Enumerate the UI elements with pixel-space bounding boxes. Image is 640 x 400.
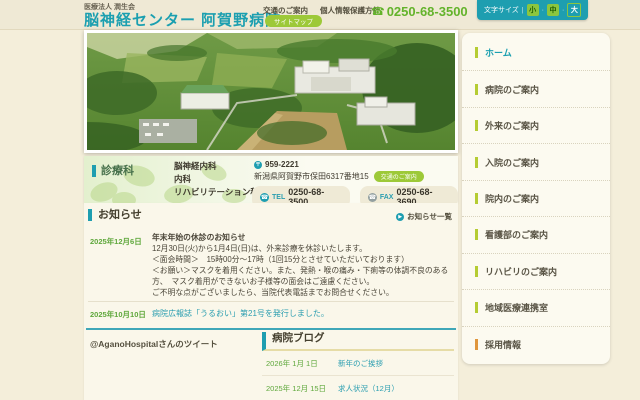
sidebar-item-label: 外来のご案内 — [485, 119, 539, 132]
item-bar — [475, 193, 478, 204]
sidebar-item-home[interactable]: ホーム — [462, 35, 610, 71]
fontsize-dot: · — [562, 7, 564, 14]
fax-button[interactable]: ☎ FAX 0250-68-3690 — [360, 186, 458, 203]
news-entry-date: 2025年10月10日 — [90, 309, 146, 320]
news-entry-line: 方、 マスク着用ができないお子様等の面会はご遠慮ください。 — [152, 276, 454, 287]
sidebar-item-label: 看護部のご案内 — [485, 228, 548, 241]
item-bar — [475, 302, 478, 313]
header-phone: ☎0250-68-3500 — [371, 4, 468, 19]
fontsize-medium-button[interactable]: 中 — [547, 4, 559, 16]
news-list-link[interactable]: ▶ お知らせ一覧 — [396, 211, 452, 222]
sidebar-item-rehabilitation[interactable]: リハビリのご案内 — [462, 254, 610, 290]
news-entry-line: 12月30日(火)から1月4日(日)は、外来診療を休診いたします。 — [152, 243, 454, 254]
main-content: お知らせ ▶ お知らせ一覧 2025年12月6日 年末年始の休診のお知らせ 12… — [84, 203, 458, 400]
sidebar-item-label: 院内のご案内 — [485, 192, 539, 205]
postal-code: 959-2221 — [265, 160, 299, 169]
twitter-widget-header[interactable]: @AganoHospitalさんのツイート — [90, 338, 218, 350]
item-bar — [475, 47, 478, 58]
fontsize-label: 文字サイズ — [484, 5, 519, 15]
sidebar-item-label: 採用情報 — [485, 338, 521, 351]
hospital-aerial-photo — [84, 30, 458, 153]
sidebar-item-recruit[interactable]: 採用情報 — [462, 327, 610, 362]
sidebar-item-hospital-guide[interactable]: 病院のご案内 — [462, 71, 610, 107]
blog-row: 2026年 1月 1日 新年のご挨拶 — [262, 351, 454, 376]
blog-section: 病院ブログ 2026年 1月 1日 新年のご挨拶 2025年 12月 15日 求… — [262, 332, 454, 400]
sidebar-item-facilities[interactable]: 院内のご案内 — [462, 181, 610, 217]
item-bar — [475, 157, 478, 168]
sidebar-nav: ホーム 病院のご案内 外来のご案内 入院のご案内 院内のご案内 看護部のご案内 … — [462, 33, 610, 364]
news-section-title: お知らせ — [88, 209, 142, 221]
news-entry-title: 年末年始の休診のお知らせ — [152, 232, 454, 243]
tel-number: 0250-68-3500 — [288, 187, 342, 203]
phone-icon: ☎ — [371, 6, 385, 18]
fontsize-separator: | — [522, 7, 524, 14]
arrow-circle-icon: ▶ — [396, 213, 404, 221]
blog-entry-link[interactable]: 求人状況（12月） — [338, 383, 399, 394]
address-text: 新潟県阿賀野市保田6317番地15 — [254, 171, 369, 182]
blog-entry-date: 2025年 12月 15日 — [266, 383, 338, 394]
item-bar — [475, 229, 478, 240]
blog-section-title: 病院ブログ — [262, 332, 454, 351]
tel-label: TEL — [272, 194, 285, 201]
sidebar-item-nursing[interactable]: 看護部のご案内 — [462, 217, 610, 253]
blog-entry-link[interactable]: 新年のご挨拶 — [338, 358, 383, 369]
fax-label: FAX — [380, 194, 394, 201]
news-entry-line: ＜お願い＞マスクを着用ください。また、発熱・喉の痛み・下痢等の体調不良のある — [152, 265, 454, 276]
news-divider — [88, 301, 454, 302]
news-entry-body: 年末年始の休診のお知らせ 12月30日(火)から1月4日(日)は、外来診療を休診… — [152, 232, 454, 298]
sidebar-item-label: 病院のご案内 — [485, 83, 539, 96]
item-bar — [475, 339, 478, 350]
departments-list: 脳神経内科 内科 リハビリテーション科 — [174, 160, 259, 199]
department-item: 脳神経内科 — [174, 160, 259, 173]
sidebar-item-label: 地域医療連携室 — [485, 301, 548, 314]
news-entry-link[interactable]: 病院広報誌「うるおい」第21号を発行しました。 — [152, 308, 329, 319]
blog-row: 2025年 12月 15日 求人状況（12月） — [262, 376, 454, 400]
sidebar-item-outpatient[interactable]: 外来のご案内 — [462, 108, 610, 144]
access-button[interactable]: 交通のご案内 — [374, 171, 424, 182]
department-item: リハビリテーション科 — [174, 186, 259, 199]
fax-icon: ☎ — [368, 193, 377, 202]
item-bar — [475, 84, 478, 95]
news-entry-line: ＜面会時間＞ 15時00分～17時（1回15分とさせていただいております） — [152, 254, 454, 265]
site-title[interactable]: 脳神経センター 阿賀野病院 — [84, 9, 281, 30]
departments-strip: 診療科 脳神経内科 内科 リハビリテーション科 〒 959-2221 新潟県阿賀… — [84, 156, 458, 203]
tel-button[interactable]: ☎ TEL 0250-68-3500 — [252, 186, 350, 203]
fax-number: 0250-68-3690 — [396, 187, 450, 203]
sidebar-item-inpatient[interactable]: 入院のご案内 — [462, 144, 610, 180]
fontsize-dot: · — [542, 7, 544, 14]
tel-icon: ☎ — [260, 193, 269, 202]
address-block: 〒 959-2221 新潟県阿賀野市保田6317番地15 交通のご案内 — [254, 160, 424, 182]
department-item: 内科 — [174, 173, 259, 186]
sidebar-item-regional-medical[interactable]: 地域医療連携室 — [462, 290, 610, 326]
sidebar-item-label: リハビリのご案内 — [485, 265, 557, 278]
fontsize-small-button[interactable]: 小 — [527, 4, 539, 16]
page: 医療法人 潤生会 脳神経センター 阿賀野病院 交通のご案内 個人情報保護方針 サ… — [0, 0, 640, 400]
sidebar-item-label: ホーム — [485, 46, 512, 59]
section-rule — [86, 328, 456, 330]
news-entry-line: ご不明な点がございましたら、当院代表電話までお問合せください。 — [152, 287, 454, 298]
item-bar — [475, 266, 478, 277]
sitemap-button[interactable]: サイトマップ — [265, 15, 322, 27]
departments-label: 診療科 — [92, 165, 134, 177]
news-entry-date: 2025年12月6日 — [90, 236, 142, 247]
fontsize-control: 文字サイズ | 小 · 中 · 大 — [477, 0, 588, 20]
sidebar-item-label: 入院のご案内 — [485, 156, 539, 169]
fontsize-large-button[interactable]: 大 — [567, 3, 581, 17]
telfax-row: ☎ TEL 0250-68-3500 ☎ FAX 0250-68-3690 — [252, 186, 458, 203]
blog-entry-date: 2026年 1月 1日 — [266, 358, 338, 369]
site-header: 医療法人 潤生会 脳神経センター 阿賀野病院 交通のご案内 個人情報保護方針 サ… — [0, 0, 640, 30]
postal-mark-icon: 〒 — [254, 161, 262, 169]
item-bar — [475, 120, 478, 131]
